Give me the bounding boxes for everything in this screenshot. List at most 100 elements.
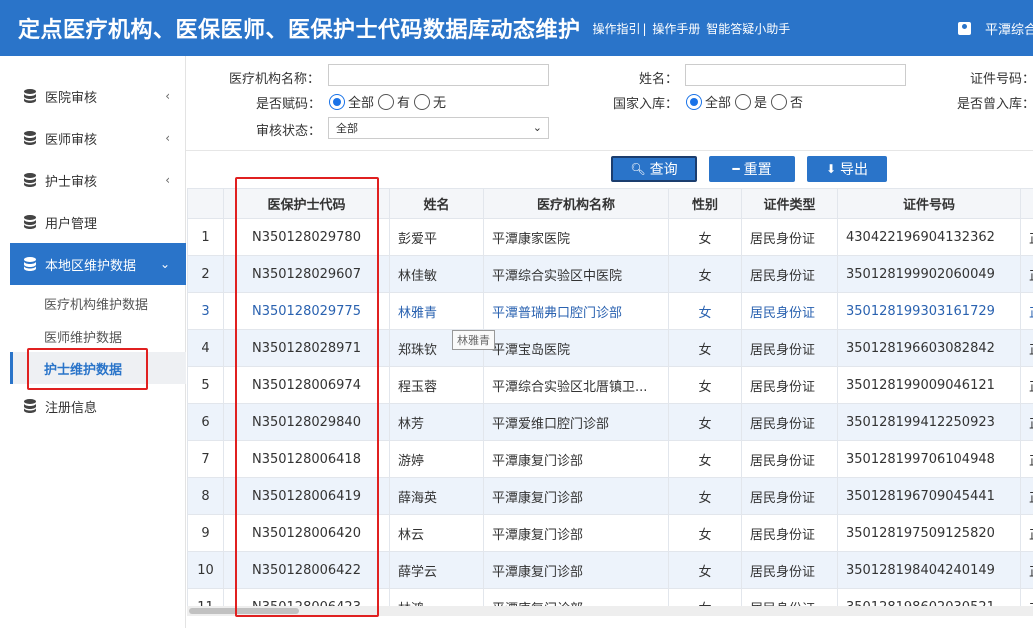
national-all-option[interactable]: 全部 (686, 92, 731, 111)
sidebar-subitem-doctor-data[interactable]: 医师维护数据 (10, 320, 186, 352)
column-header (187, 188, 224, 219)
sidebar: 医院审核 ‹ 医师审核 ‹ 护士审核 ‹ 用户管理 本地区维护数据 ⌄ 医疗机构… (10, 56, 186, 628)
chevron-left-icon: ‹ (165, 131, 170, 145)
sidebar-item-nurse-review[interactable]: 护士审核 ‹ (10, 159, 186, 201)
user-menu[interactable]: 平潭综合 (958, 19, 1033, 38)
name-input[interactable] (685, 64, 906, 86)
table-row[interactable]: 6 N350128029840 林芳 平潭爱维口腔门诊部女居民身份证 350128199… (187, 403, 1033, 441)
column-header[interactable]: 证件号码 (837, 188, 1021, 219)
table-row[interactable]: 2 N350128029607 林佳敏 平潭综合实验区中医院女居民身份证 3501281… (187, 255, 1033, 293)
table-cell: 350128199009046121 (837, 366, 1021, 404)
table-row[interactable]: 4 N350128028971 郑珠钦 平潭宝岛医院女居民身份证 35012819660… (187, 329, 1033, 367)
table-cell: 游婷 (389, 440, 484, 478)
sidebar-item-doctor-review[interactable]: 医师审核 ‹ (10, 117, 186, 159)
database-icon (24, 215, 36, 229)
table-cell: 6 (187, 403, 224, 441)
table-cell: 居民身份证 (741, 329, 838, 367)
table-row[interactable]: 1 N350128029780 彭爱平 平潭康家医院女居民身份证 43042219690… (187, 218, 1033, 256)
assigned-no-option[interactable]: 无 (414, 92, 446, 111)
assigned-yes-option[interactable]: 有 (378, 92, 410, 111)
status-select[interactable]: 全部 ⌄ (328, 117, 549, 139)
table-cell: 女 (668, 292, 742, 330)
column-header[interactable]: 医疗机构名称 (483, 188, 669, 219)
table-cell: 正 (1020, 292, 1033, 330)
table-cell: 430422196904132362 (837, 218, 1021, 256)
national-no-option[interactable]: 否 (771, 92, 803, 111)
table-row[interactable]: 8 N350128006419 薛海英 平潭康复门诊部女居民身份证 3501281967… (187, 477, 1033, 515)
sidebar-item-hospital-review[interactable]: 医院审核 ‹ (10, 75, 186, 117)
database-icon (24, 257, 36, 271)
sidebar-item-label: 医院审核 (45, 90, 98, 106)
assigned-all-option[interactable]: 全部 (329, 92, 374, 111)
radio-icon (414, 93, 431, 110)
table-cell: 居民身份证 (741, 477, 838, 515)
table-row[interactable]: 9 N350128006420 林云 平潭康复门诊部女居民身份证 35012819750… (187, 514, 1033, 552)
column-header[interactable]: 医保护士代码 (223, 188, 390, 219)
table-cell: 10 (187, 551, 224, 589)
table-cell: N350128006420 (223, 514, 390, 552)
manual-link[interactable]: 操作手册 (652, 22, 700, 36)
table-cell: 薛学云 (389, 551, 484, 589)
table-cell: 正 (1020, 366, 1033, 404)
table-cell: 女 (668, 403, 742, 441)
status-label: 审核状态： (256, 124, 322, 139)
table-cell: 正 (1020, 551, 1033, 589)
table-cell: 8 (187, 477, 224, 515)
table-cell: 女 (668, 477, 742, 515)
scrollbar-thumb[interactable] (189, 608, 299, 614)
table-row[interactable]: 5 N350128006974 程玉蓉 平潭综合实验区北厝镇卫... 女居民身份证 350… (187, 366, 1033, 404)
sidebar-item-label: 用户管理 (45, 216, 98, 232)
table-cell: 正 (1020, 218, 1033, 256)
org-name-input[interactable] (328, 64, 549, 86)
table-cell: 350128199303161729 (837, 292, 1021, 330)
sidebar-subitem-org-data[interactable]: 医疗机构维护数据 (10, 287, 186, 319)
app-header: 定点医疗机构、医保医师、医保护士代码数据库动态维护 操作指引 | 操作手册 智能答… (0, 0, 1033, 56)
table-cell: 正 (1020, 403, 1033, 441)
table-cell: 平潭康复门诊部 (483, 477, 669, 515)
table-cell: 平潭康复门诊部 (483, 551, 669, 589)
table-cell: 正 (1020, 440, 1033, 478)
sidebar-item-registration[interactable]: 注册信息 (10, 385, 186, 427)
table-cell: 居民身份证 (741, 440, 838, 478)
radio-selected-icon (329, 93, 345, 110)
table-cell: 平潭爱维口腔门诊部 (483, 403, 669, 441)
radio-selected-icon (686, 93, 702, 110)
table-cell: 正 (1020, 255, 1033, 293)
sidebar-item-label: 注册信息 (45, 400, 98, 416)
search-icon: 🔍︎ (630, 162, 646, 176)
export-button[interactable]: ⬇ 导出 (807, 156, 887, 182)
sidebar-subitem-nurse-data[interactable]: 护士维护数据 (10, 352, 186, 384)
sidebar-item-user-management[interactable]: 用户管理 (10, 201, 186, 243)
tooltip: 林雅青 (452, 330, 495, 350)
table-cell: 350128198602030521 (837, 588, 1021, 606)
column-header[interactable]: 证件类型 (741, 188, 838, 219)
chevron-down-icon: ⌄ (532, 121, 542, 134)
table-cell: 女 (668, 588, 742, 606)
national-yes-option[interactable]: 是 (735, 92, 767, 111)
table-row[interactable]: 10 N350128006422 薛学云 平潭康复门诊部女居民身份证 350128198… (187, 551, 1033, 589)
table-cell: 女 (668, 551, 742, 589)
guide-link[interactable]: 操作指引 (593, 22, 641, 36)
search-button[interactable]: 🔍︎ 查询 (611, 156, 697, 182)
database-icon (24, 173, 36, 187)
column-header[interactable]: 性别 (668, 188, 742, 219)
database-icon (24, 89, 36, 103)
status-select-value: 全部 (336, 122, 358, 135)
sidebar-item-local-data[interactable]: 本地区维护数据 ⌄ (10, 243, 186, 285)
table-cell: 350128198404240149 (837, 551, 1021, 589)
horizontal-scrollbar[interactable] (187, 606, 1033, 616)
minus-icon: ━ (732, 162, 740, 176)
table-cell: 居民身份证 (741, 514, 838, 552)
column-header (1020, 188, 1033, 219)
divider (186, 150, 1033, 151)
table-row[interactable]: 7 N350128006418 游婷 平潭康复门诊部女居民身份证 35012819970… (187, 440, 1033, 478)
table-row[interactable]: 11N350128006423林鸿平潭康复门诊部女居民身份证3501281986… (187, 588, 1033, 606)
table-cell: 林芳 (389, 403, 484, 441)
table-cell: 居民身份证 (741, 292, 838, 330)
national-label: 国家入库： (613, 97, 679, 112)
column-header[interactable]: 姓名 (389, 188, 484, 219)
table-cell: 350128196709045441 (837, 477, 1021, 515)
table-row[interactable]: 3 N350128029775 林雅青 平潭普瑞弗口腔门诊部女居民身份证 3501281… (187, 292, 1033, 330)
assistant-link[interactable]: 智能答疑小助手 (706, 22, 790, 36)
reset-button[interactable]: ━ 重置 (709, 156, 795, 182)
